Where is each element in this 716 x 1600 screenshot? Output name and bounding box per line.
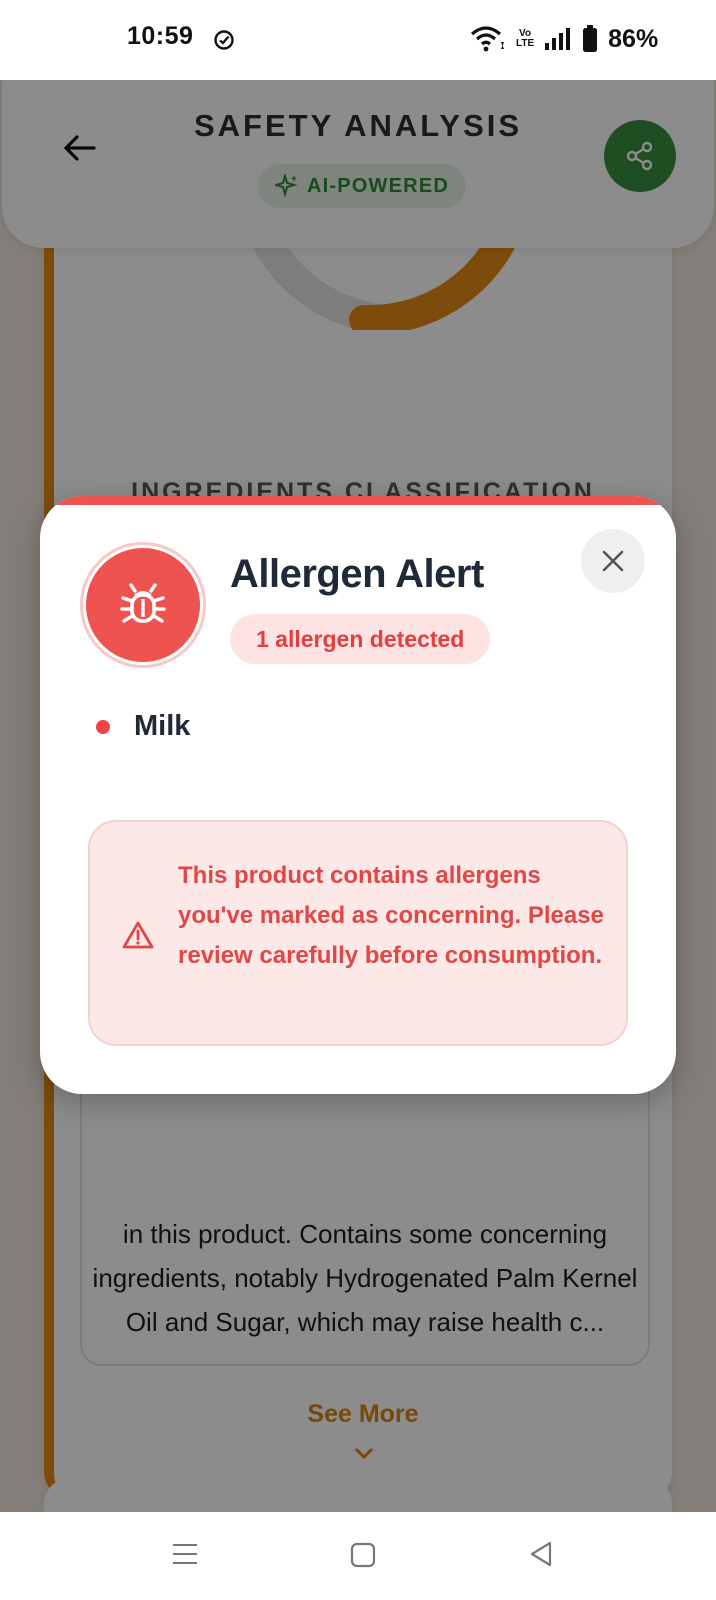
alert-icon-badge	[80, 542, 206, 668]
status-bar: 10:59 Vo LTE 86%	[0, 0, 716, 80]
volte-icon: Vo LTE	[516, 29, 534, 49]
bug-icon	[120, 583, 166, 623]
warning-text: This product contains allergens you've m…	[178, 862, 604, 969]
system-navigation-bar	[0, 1512, 716, 1600]
allergen-count-badge: 1 allergen detected	[230, 614, 491, 664]
allergen-bullet	[96, 719, 110, 734]
dialog-title: Allergen Alert	[230, 552, 484, 596]
check-circle-icon	[214, 30, 234, 50]
battery-percent: 86%	[608, 24, 659, 53]
battery-icon	[583, 25, 598, 52]
dialog-accent-bar	[40, 496, 676, 505]
back-icon[interactable]	[528, 1540, 554, 1568]
volte-bottom: LTE	[516, 38, 535, 49]
recent-apps-icon[interactable]	[172, 1542, 198, 1566]
warning-message-box: This product contains allergens you've m…	[88, 820, 628, 1046]
status-time: 10:59	[127, 22, 194, 50]
signal-icon	[545, 28, 571, 50]
allergen-alert-dialog: Allergen Alert 1 allergen detected Milk …	[40, 496, 676, 1094]
status-icons: Vo LTE 86%	[470, 22, 658, 56]
home-icon[interactable]	[350, 1542, 376, 1568]
allergen-name: Milk	[134, 710, 191, 742]
alert-icon-circle	[86, 548, 200, 662]
close-icon	[602, 550, 624, 572]
warning-triangle-icon	[122, 921, 154, 949]
wifi-icon	[470, 26, 504, 52]
close-button[interactable]	[581, 529, 645, 593]
allergen-list-item: Milk	[96, 710, 190, 743]
